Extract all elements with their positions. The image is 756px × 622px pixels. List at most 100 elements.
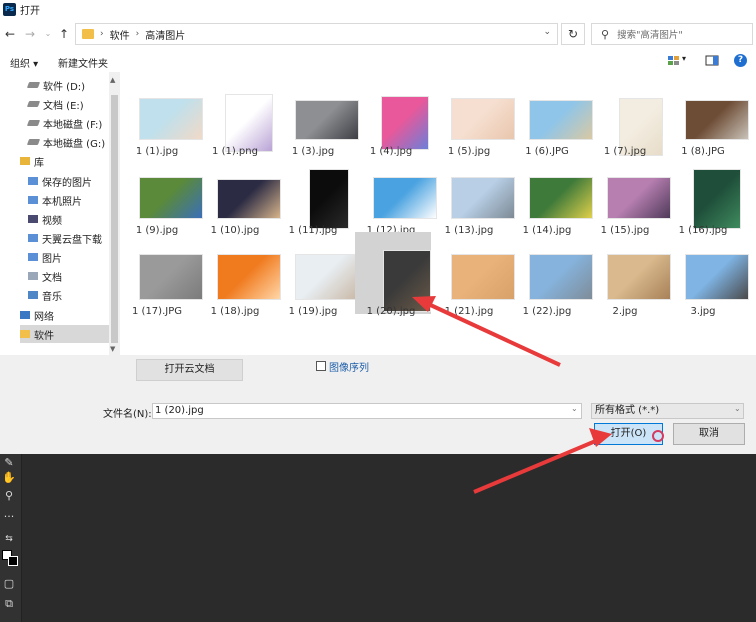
file-item[interactable]: 1 (12).jpg [355,151,437,236]
file-name: 1 (17).JPG [132,306,182,317]
image-thumbnail [383,250,431,312]
zoom-tool-icon[interactable]: ⚲ [1,489,17,503]
help-icon[interactable]: ? [734,54,747,67]
file-item[interactable]: 1 (9).jpg [121,151,203,236]
sidebar-item-camera-roll[interactable]: 本机照片 [28,191,82,209]
image-sequence-checkbox[interactable] [316,361,326,371]
filename-input[interactable]: 1 (20).jpg [152,403,582,419]
file-item[interactable]: 1 (3).jpg [277,72,359,157]
refresh-button[interactable]: ↻ [561,23,585,45]
scroll-up-icon[interactable]: ▲ [110,76,115,84]
file-item[interactable]: 1 (17).JPG [121,232,203,317]
file-item[interactable]: 1 (11).jpg [277,151,353,236]
image-thumbnail [225,94,273,152]
image-thumbnail [607,177,671,219]
file-item[interactable]: 2.jpg [589,232,671,317]
file-name: 1 (18).jpg [210,306,260,317]
back-arrow-icon[interactable]: ← [3,26,17,42]
sidebar-item-software[interactable]: 软件 [20,325,109,343]
preview-pane-icon[interactable] [705,54,719,67]
file-item[interactable]: 1 (14).jpg [511,151,593,236]
filename-label: 文件名(N): [103,409,152,420]
address-bar[interactable]: › 软件 › 高清图片 ⌄ [75,23,558,45]
quick-mask-icon[interactable]: ▢ [1,577,17,591]
breadcrumb-hd-images[interactable]: 高清图片 [145,27,185,42]
drive-icon [26,101,41,107]
file-item[interactable]: 1 (5).jpg [433,72,515,157]
file-item[interactable]: 1 (1).jpg [121,72,203,157]
breadcrumb-software[interactable]: 软件 [110,27,130,42]
file-type-select[interactable]: 所有格式 (*.*) [591,403,744,419]
file-item[interactable]: 3.jpg [667,232,749,317]
file-name: 3.jpg [690,306,716,317]
dialog-footer: 打开云文档 图像序列 文件名(N): 1 (20).jpg ⌄ 所有格式 (*.… [0,355,756,454]
file-item[interactable]: 1 (8).JPG [667,72,749,157]
image-thumbnail [529,254,593,300]
sidebar-item-pictures[interactable]: 图片 [28,248,62,266]
sidebar-item-music[interactable]: 音乐 [28,286,62,304]
file-item[interactable]: 1 (22).jpg [511,232,593,317]
up-arrow-icon[interactable]: ↑ [57,26,71,42]
file-item[interactable]: 1 (6).JPG [511,72,593,157]
sidebar-item-network[interactable]: 网络 [20,306,54,324]
chevron-down-icon[interactable]: ⌄ [734,404,741,413]
sidebar-scroll-thumb[interactable] [111,95,118,343]
sidebar-item-drive-d[interactable]: 软件 (D:) [26,76,85,94]
background-color-swatch[interactable] [8,556,18,566]
pictures-icon [28,253,38,261]
file-item[interactable]: 1 (21).jpg [433,232,515,317]
sidebar-item-drive-f[interactable]: 本地磁盘 (F:) [26,114,102,132]
image-thumbnail [295,254,359,300]
file-item[interactable]: 1 (1).png [199,72,275,157]
file-item[interactable]: 1 (10).jpg [199,151,281,236]
image-thumbnail [373,177,437,219]
cancel-button[interactable]: 取消 [673,423,745,445]
file-name: 2.jpg [612,306,638,317]
scroll-down-icon[interactable]: ▼ [110,345,115,353]
network-icon [20,311,30,319]
file-item[interactable]: 1 (18).jpg [199,232,281,317]
sidebar-item-library[interactable]: 库 [20,152,44,170]
folder-icon [20,330,30,338]
organize-button[interactable]: 组织 ▾ [10,55,38,70]
file-list: 1 (1).jpg 1 (1).png 1 (3).jpg 1 (4).jpg 1 (5… [121,72,756,355]
view-dropdown-icon[interactable]: ▾ [682,54,686,63]
open-button[interactable]: 打开(O) [594,423,663,445]
file-item[interactable]: 1 (13).jpg [433,151,515,236]
pictures-icon [28,196,38,204]
image-thumbnail [451,254,515,300]
image-thumbnail [217,254,281,300]
sidebar-item-drive-g[interactable]: 本地磁盘 (G:) [26,133,105,151]
hand-tool-icon[interactable]: ✋ [1,471,17,485]
file-name: 1 (22).jpg [522,306,572,317]
sidebar-item-saved-pictures[interactable]: 保存的图片 [28,172,92,190]
more-tools-icon[interactable]: ··· [1,510,17,524]
swap-colors-icon[interactable]: ⇆ [1,532,17,546]
view-options-icon[interactable] [667,54,681,67]
sidebar-item-videos[interactable]: 视频 [28,210,62,228]
file-item[interactable]: 1 (20).jpg [355,232,431,317]
file-item[interactable]: 1 (7).jpg [589,72,665,157]
window-title: 打开 [20,5,40,17]
file-item[interactable]: 1 (16).jpg [667,151,743,236]
forward-arrow-icon[interactable]: → [23,26,37,42]
image-thumbnail [685,254,749,300]
new-folder-button[interactable]: 新建文件夹 [58,55,108,70]
recent-dropdown-icon[interactable]: ⌄ [41,26,55,42]
music-icon [28,291,38,299]
image-sequence-label[interactable]: 图像序列 [329,359,369,374]
brush-tool-icon[interactable]: ✎ [1,456,17,470]
sidebar-item-tianyi-cloud[interactable]: 天翼云盘下载 [28,229,102,247]
file-item[interactable]: 1 (4).jpg [355,72,431,157]
sidebar-item-drive-e[interactable]: 文档 (E:) [26,95,84,113]
file-item[interactable]: 1 (15).jpg [589,151,671,236]
sidebar-item-documents[interactable]: 文档 [28,267,62,285]
chevron-right-icon: › [100,29,104,39]
search-input[interactable]: ⚲ 搜索"高清图片" [591,23,753,45]
open-cloud-document-button[interactable]: 打开云文档 [136,359,243,381]
image-thumbnail [607,254,671,300]
chevron-down-icon[interactable]: ⌄ [543,27,551,37]
chevron-down-icon[interactable]: ⌄ [571,404,578,413]
file-item[interactable]: 1 (19).jpg [277,232,359,317]
screen-mode-icon[interactable]: ⧉ [1,597,17,611]
